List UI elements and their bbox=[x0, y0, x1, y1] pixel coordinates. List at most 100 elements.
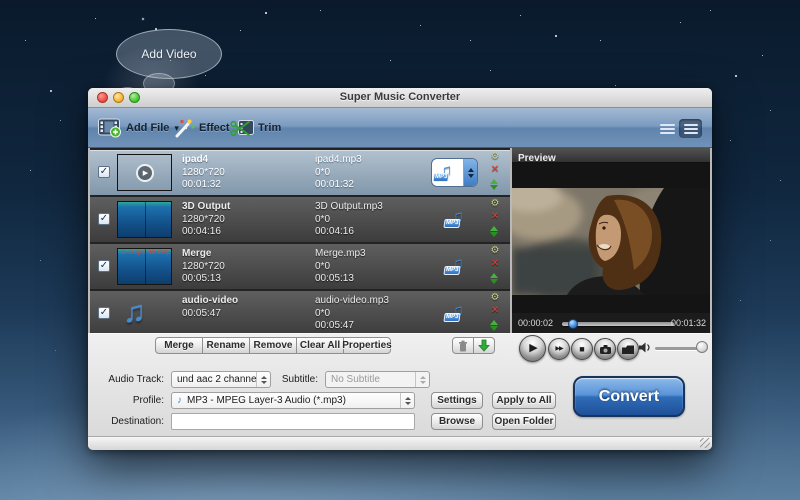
profile-value: MP3 - MPEG Layer-3 Audio (*.mp3) bbox=[182, 395, 400, 406]
play-overlay-icon[interactable]: ▶ bbox=[136, 164, 154, 182]
gear-glyph: ⚙ bbox=[491, 198, 500, 209]
file-row-ipad4[interactable]: ✓ ▶ ipad4 1280*720 00:01:32 ipad4.mp3 0*… bbox=[90, 150, 510, 195]
profile-select[interactable]: ♪ MP3 - MPEG Layer-3 Audio (*.mp3) bbox=[171, 392, 415, 409]
file-row-3d-output[interactable]: ✓ 3D Output 1280*720 00:04:16 3D Output.… bbox=[90, 197, 510, 242]
file-list: ✓ ▶ ipad4 1280*720 00:01:32 ipad4.mp3 0*… bbox=[90, 148, 510, 333]
row-settings-gear-icon[interactable]: ⚙ bbox=[488, 198, 502, 209]
fast-forward-icon: ▶▶ bbox=[555, 346, 562, 352]
row-settings-gear-icon[interactable]: ⚙ bbox=[488, 151, 502, 162]
row-settings-gear-icon[interactable]: ⚙ bbox=[488, 292, 502, 303]
rename-button[interactable]: Rename bbox=[202, 337, 250, 354]
source-duration: 00:04:16 bbox=[182, 226, 230, 239]
effect-button[interactable]: Effect bbox=[173, 115, 230, 141]
volume-slider[interactable] bbox=[655, 347, 699, 350]
row-reorder-arrows[interactable] bbox=[490, 320, 498, 331]
row-checkbox[interactable]: ✓ bbox=[98, 213, 110, 225]
play-icon: ▶ bbox=[527, 343, 537, 354]
gear-glyph: ⚙ bbox=[491, 245, 500, 256]
preview-video-area[interactable] bbox=[512, 163, 710, 313]
clear-all-button[interactable]: Clear All bbox=[296, 337, 344, 354]
trim-button[interactable]: Trim bbox=[230, 115, 281, 141]
add-file-icon bbox=[98, 118, 122, 138]
mp3-format-icon[interactable]: ♫ MP3 bbox=[448, 254, 470, 278]
settings-button[interactable]: Settings bbox=[431, 392, 483, 409]
open-folder-button[interactable]: Open Folder bbox=[492, 413, 556, 430]
row-remove-icon[interactable]: ✕ bbox=[488, 164, 502, 175]
check-icon: ✓ bbox=[100, 308, 108, 318]
output-name: Merge.mp3 bbox=[315, 248, 366, 261]
format-stepper[interactable] bbox=[463, 159, 477, 186]
detail-view-button[interactable] bbox=[679, 119, 702, 138]
mp3-badge: MP3 bbox=[432, 173, 450, 182]
audio-track-select[interactable]: und aac 2 channels bbox=[171, 371, 271, 388]
detail-view-icon bbox=[684, 122, 698, 136]
select-arrows-icon bbox=[415, 372, 429, 387]
add-to-list-button[interactable] bbox=[473, 337, 495, 354]
row-remove-icon[interactable]: ✕ bbox=[488, 305, 502, 316]
destination-input[interactable] bbox=[171, 413, 415, 430]
list-action-buttons: Merge Rename Remove Clear All Properties bbox=[155, 337, 391, 354]
open-output-button[interactable] bbox=[617, 338, 639, 360]
output-format-button[interactable]: ♫ MP3 bbox=[431, 158, 478, 187]
source-resolution: 1280*720 bbox=[182, 167, 225, 180]
subtitle-select[interactable]: No Subtitle bbox=[325, 371, 430, 388]
gear-glyph: ⚙ bbox=[491, 151, 500, 162]
list-view-button[interactable] bbox=[660, 122, 675, 136]
output-resolution: 0*0 bbox=[315, 167, 362, 180]
green-down-arrow-icon bbox=[478, 339, 490, 352]
title-bar[interactable]: Super Music Converter bbox=[88, 88, 712, 108]
mp3-badge: MP3 bbox=[443, 313, 461, 322]
output-name: ipad4.mp3 bbox=[315, 154, 362, 167]
delete-button[interactable] bbox=[452, 337, 474, 354]
resize-grip[interactable] bbox=[700, 438, 710, 448]
select-arrows-icon bbox=[400, 393, 414, 408]
row-remove-icon[interactable]: ✕ bbox=[488, 211, 502, 222]
output-resolution: 0*0 bbox=[315, 261, 366, 274]
file-row-audio-video[interactable]: ✓ ♫ audio-video 00:05:47 audio-video.mp3… bbox=[90, 291, 510, 333]
add-file-button[interactable]: Add File ▾ bbox=[98, 115, 179, 141]
output-info: ipad4.mp3 0*0 00:01:32 bbox=[315, 154, 362, 192]
subtitle-value: No Subtitle bbox=[326, 374, 415, 385]
snapshot-button[interactable] bbox=[594, 338, 616, 360]
add-video-bubble: Add Video bbox=[116, 29, 222, 79]
merge-button[interactable]: Merge bbox=[155, 337, 203, 354]
source-name: 3D Output bbox=[182, 201, 230, 214]
seek-slider[interactable] bbox=[562, 322, 674, 326]
remove-glyph: ✕ bbox=[491, 305, 499, 316]
row-checkbox[interactable]: ✓ bbox=[98, 166, 110, 178]
gear-glyph: ⚙ bbox=[491, 292, 500, 303]
row-checkbox[interactable]: ✓ bbox=[98, 307, 110, 319]
output-resolution: 0*0 bbox=[315, 214, 383, 227]
browse-button[interactable]: Browse bbox=[431, 413, 483, 430]
mp3-format-icon[interactable]: ♫ MP3 bbox=[448, 301, 470, 325]
properties-button[interactable]: Properties bbox=[343, 337, 391, 354]
row-reorder-arrows[interactable] bbox=[490, 226, 498, 237]
remove-glyph: ✕ bbox=[491, 211, 499, 222]
row-remove-icon[interactable]: ✕ bbox=[488, 258, 502, 269]
apply-to-all-button[interactable]: Apply to All bbox=[492, 392, 556, 409]
seek-knob[interactable] bbox=[568, 319, 578, 329]
output-name: audio-video.mp3 bbox=[315, 295, 389, 308]
camera-icon bbox=[600, 345, 611, 354]
file-row-merge[interactable]: ✓ 3D Output 3D Outp Merge 1280*720 00:05… bbox=[90, 244, 510, 289]
audio-track-value: und aac 2 channels bbox=[172, 374, 256, 385]
fast-forward-button[interactable]: ▶▶ bbox=[548, 338, 570, 360]
output-name: 3D Output.mp3 bbox=[315, 201, 383, 214]
output-info: 3D Output.mp3 0*0 00:04:16 bbox=[315, 201, 383, 239]
row-settings-gear-icon[interactable]: ⚙ bbox=[488, 245, 502, 256]
mp3-format-icon[interactable]: ♫ MP3 bbox=[448, 207, 470, 231]
trim-scissors-icon bbox=[230, 118, 254, 138]
source-duration: 00:05:13 bbox=[182, 273, 225, 286]
remove-button[interactable]: Remove bbox=[249, 337, 297, 354]
output-duration: 00:05:13 bbox=[315, 273, 366, 286]
desktop: Add Video Super Music Converter Add File bbox=[0, 0, 800, 500]
play-button[interactable]: ▶ bbox=[519, 335, 546, 362]
stop-button[interactable]: ■ bbox=[571, 338, 593, 360]
row-checkbox[interactable]: ✓ bbox=[98, 260, 110, 272]
row-reorder-arrows[interactable] bbox=[490, 179, 498, 190]
volume-knob[interactable] bbox=[696, 341, 708, 353]
video-thumbnail: 3D Output 3D Outp bbox=[117, 248, 172, 285]
trash-icon bbox=[458, 340, 468, 352]
row-reorder-arrows[interactable] bbox=[490, 273, 498, 284]
convert-button[interactable]: Convert bbox=[573, 376, 685, 417]
